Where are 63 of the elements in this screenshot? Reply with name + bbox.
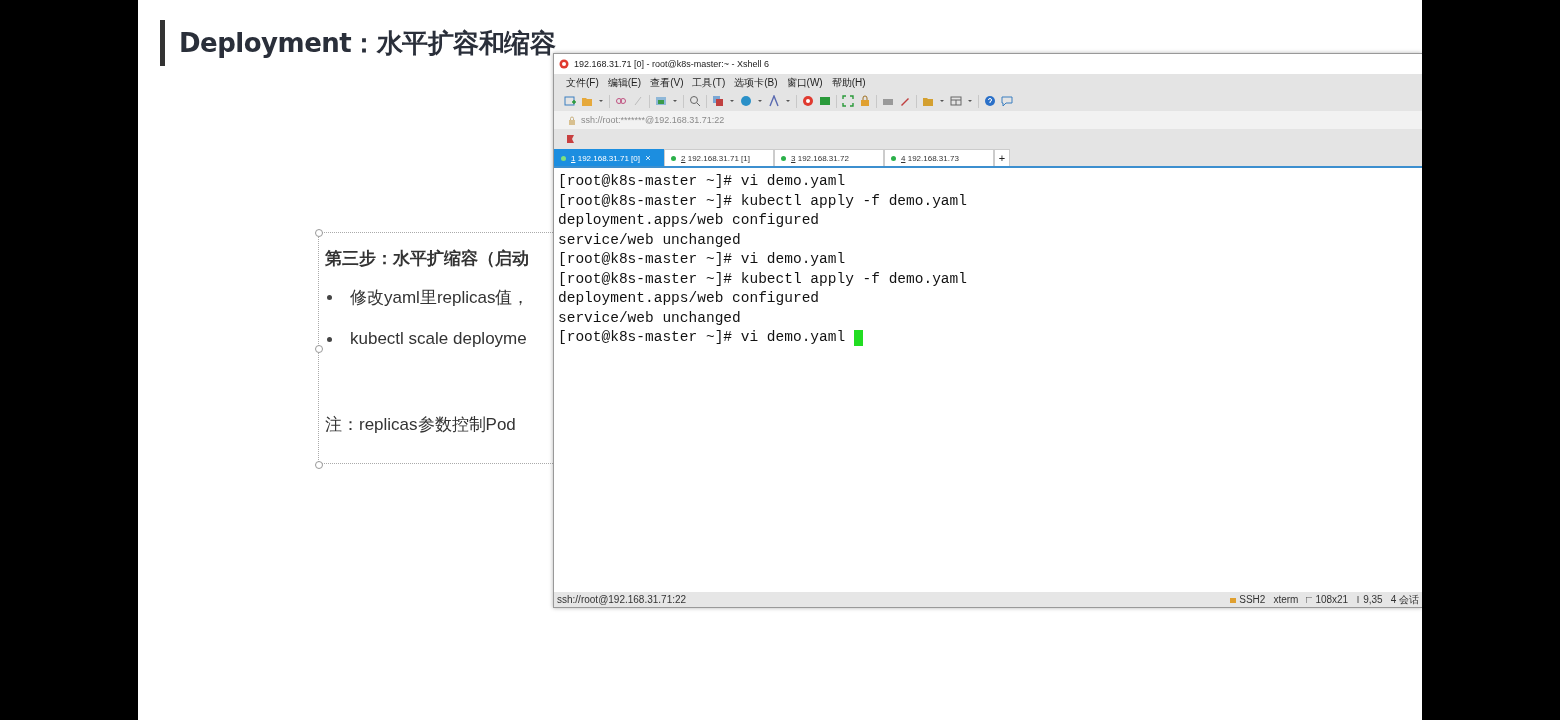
status-text: SSH2 — [1239, 594, 1266, 605]
status-dot-icon — [891, 155, 896, 161]
size-icon — [1306, 596, 1313, 603]
slide-heading: 第三步：水平扩缩容（启动 — [325, 247, 530, 270]
app-icon — [559, 59, 569, 69]
bullet-text: kubectl scale deployme — [350, 329, 527, 349]
bullet-icon — [327, 295, 332, 300]
help-icon[interactable] — [984, 95, 996, 107]
status-dot-icon — [561, 155, 566, 161]
close-icon[interactable] — [644, 155, 651, 161]
terminal-line: deployment.apps/web configured — [558, 289, 820, 308]
terminal-line: service/web unchanged — [558, 230, 741, 250]
folder-icon[interactable] — [581, 95, 593, 107]
session-tab[interactable]: 4 192.168.31.73 — [884, 149, 994, 166]
window-icon[interactable] — [655, 95, 667, 107]
terminal-line: [root@k8s-master ~]# vi demo.yaml — [558, 172, 846, 191]
bookmark-icon — [566, 134, 575, 144]
lock-icon[interactable] — [859, 95, 871, 107]
terminal-line: deployment.apps/web configured — [558, 211, 820, 230]
menu-item[interactable]: 查看(V) — [650, 75, 684, 90]
status-text: 4 会话 — [1390, 592, 1419, 607]
menu-item[interactable]: 帮助(H) — [831, 75, 866, 90]
bullet-text: 修改yaml里replicas值， — [350, 287, 530, 309]
lock-icon — [568, 115, 576, 125]
menu-item[interactable]: 窗口(W) — [786, 75, 823, 90]
menu-item[interactable]: 文件(F) — [566, 75, 599, 90]
menu-item[interactable]: 工具(T) — [692, 75, 726, 90]
terminal-line: [root@k8s-master ~]# vi demo.yaml — [558, 250, 846, 269]
connection-text: ssh://root@192.168.31.71:22 — [557, 594, 687, 605]
session-tab[interactable]: 3 192.168.31.72 — [774, 149, 884, 166]
search-icon[interactable] — [689, 95, 701, 107]
terminal-line: service/web unchanged — [558, 308, 741, 328]
copy-icon[interactable] — [712, 95, 724, 107]
chat-icon[interactable] — [1001, 95, 1013, 107]
slide-title: Deployment：水平扩容和缩容 — [179, 26, 556, 60]
status-dot-icon — [781, 155, 786, 161]
layout-icon[interactable] — [950, 95, 962, 107]
terminal-line: [root@k8s-master ~]# kubectl apply -f demo.yaml — [558, 191, 967, 211]
terminal-line: [root@k8s-master ~]# vi demo.yaml — [558, 328, 847, 347]
window-title: 192.168.31.71 [0] - root@k8s-master:~ - Xshell 6 — [574, 59, 769, 69]
status-dot-icon — [671, 155, 676, 161]
resize-handle[interactable] — [315, 345, 323, 353]
session-tab[interactable]: 2 192.168.31.71 [1] — [664, 149, 774, 166]
menu-item[interactable]: 编辑(E) — [607, 75, 642, 90]
bullet-icon — [327, 336, 332, 342]
resize-handle[interactable] — [315, 461, 323, 469]
menu-item[interactable]: 选项卡(B) — [734, 75, 778, 90]
fullscreen-icon[interactable] — [842, 95, 854, 107]
shell-icon[interactable] — [802, 95, 814, 107]
terminal-line: [root@k8s-master ~]# kubectl apply -f demo.yaml — [558, 269, 967, 289]
new-session-icon[interactable] — [564, 95, 576, 107]
new-tab-button[interactable]: + — [994, 149, 1010, 166]
cursor-position-icon — [1356, 596, 1361, 603]
status-text: xterm — [1273, 594, 1299, 605]
link-icon[interactable] — [615, 95, 627, 107]
status-text: 9,35 — [1363, 594, 1383, 605]
resize-handle[interactable] — [315, 229, 323, 237]
note-text: 注：replicas参数控制Pod — [325, 414, 517, 436]
session-tab[interactable]: 1 192.168.31.71 [0] — [554, 149, 664, 166]
status-text: 108x21 — [1315, 594, 1349, 605]
folder-icon[interactable] — [922, 95, 934, 107]
lock-icon — [1230, 596, 1237, 603]
globe-icon[interactable] — [740, 95, 752, 107]
